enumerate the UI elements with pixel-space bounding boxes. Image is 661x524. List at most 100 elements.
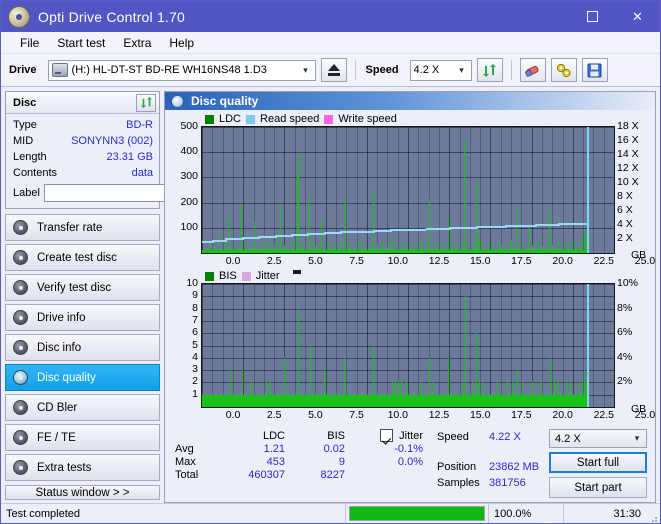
test-speed-select[interactable]: 4.2 X ▾ <box>549 429 647 449</box>
quality-chart-x-axis: 0.0 2.5 5.0 7.5 10.0 12.5 15.0 17.5 20.0 22.5 25.0 <box>201 254 656 269</box>
drive-label: Drive <box>9 64 37 76</box>
data-bar <box>412 245 414 253</box>
speed-line <box>389 229 407 232</box>
main-panel-title: Disc quality <box>191 94 259 108</box>
speed-select[interactable]: 4.2 X ▾ <box>409 59 472 81</box>
menu-item-help[interactable]: Help <box>160 34 203 52</box>
refresh-icon <box>140 96 152 109</box>
data-bar <box>358 394 360 407</box>
menu-item-extra[interactable]: Extra <box>114 34 160 52</box>
data-bar <box>207 248 209 253</box>
disc-refresh-button[interactable] <box>136 93 156 112</box>
data-bar <box>526 394 528 407</box>
data-bar <box>441 245 443 253</box>
end-of-data-line <box>586 284 589 407</box>
resize-grip[interactable] <box>646 504 660 523</box>
toolbar-divider <box>354 60 356 80</box>
gridline <box>418 127 420 253</box>
progress-percent: 100.0% <box>489 504 564 523</box>
stats-table: LDC BIS Jitter Avg 1.21 0.02 -0.1% Max 4… <box>173 429 431 482</box>
gridline <box>387 127 389 253</box>
gridline <box>469 127 471 253</box>
sidebar-item-label: Extra tests <box>37 461 92 474</box>
data-bar <box>379 246 381 253</box>
data-bar <box>307 394 309 407</box>
data-bar <box>220 247 222 253</box>
legend-label-jitter: Jitter <box>255 270 280 282</box>
speed-line <box>211 239 226 242</box>
start-full-button[interactable]: Start full <box>549 452 647 474</box>
quality-chart-plot[interactable] <box>201 126 615 254</box>
bis-chart-plot[interactable] <box>201 283 615 408</box>
disc-label-key: Label <box>13 187 40 199</box>
menu-item-start-test[interactable]: Start test <box>48 34 114 52</box>
data-bar <box>297 153 299 253</box>
jitter-checkbox[interactable] <box>380 429 394 442</box>
data-bar <box>552 245 554 253</box>
data-bar <box>521 382 523 407</box>
drive-select[interactable]: (H:) HL-DT-ST BD-RE WH16NS48 1.D3 ▾ <box>47 59 316 81</box>
y2-tick-label: 8% <box>617 301 633 314</box>
sidebar-item-fe-te[interactable]: FE / TE <box>5 424 160 451</box>
data-bar <box>405 382 407 407</box>
data-bar <box>284 357 286 407</box>
gridline <box>212 127 214 253</box>
toolbar-divider <box>510 60 512 80</box>
data-bar <box>570 382 572 407</box>
sidebar-item-cd-bler[interactable]: CD Bler <box>5 394 160 421</box>
data-bar <box>487 243 489 253</box>
data-bar <box>578 242 580 253</box>
data-bar <box>348 394 350 407</box>
disc-info-rows: Type BD-R MID SONYNN3 (002) Length 23.31… <box>6 114 246 208</box>
save-button[interactable] <box>581 58 608 82</box>
window-title: Opti Drive Control 1.70 <box>38 8 185 25</box>
y-tick-label: 10 <box>186 277 198 289</box>
data-bar <box>406 241 408 253</box>
progress-fill <box>350 507 484 520</box>
x-tick-label: 22.5 <box>593 255 615 267</box>
eject-button[interactable] <box>320 58 347 82</box>
sidebar-item-extra-tests[interactable]: Extra tests <box>5 454 160 481</box>
sidebar-item-disc-info[interactable]: Disc info <box>5 334 160 361</box>
data-bar <box>293 244 295 253</box>
gridline <box>222 127 224 253</box>
tools-button[interactable] <box>550 58 577 82</box>
data-bar <box>225 394 227 407</box>
sidebar-item-drive-info[interactable]: Drive info <box>5 304 160 331</box>
minimize-icon[interactable] <box>525 1 570 523</box>
speed-value: 4.22 X <box>489 431 521 443</box>
data-bar <box>260 245 262 253</box>
sidebar-item-create-test-disc[interactable]: Create test disc <box>5 244 160 271</box>
data-bar <box>333 394 335 407</box>
sidebar-item-transfer-rate[interactable]: Transfer rate <box>5 214 160 241</box>
data-bar <box>215 394 217 407</box>
data-bar <box>324 246 326 253</box>
cell-max-ldc: 453 <box>266 456 285 468</box>
refresh-button[interactable] <box>476 58 503 82</box>
y2-tick-label: 8 X <box>617 190 633 202</box>
app-icon <box>8 5 30 28</box>
gridline <box>377 127 379 253</box>
menu-item-file[interactable]: File <box>11 34 48 52</box>
status-window-button[interactable]: Status window > > <box>5 485 160 500</box>
sidebar-item-verify-test-disc[interactable]: Verify test disc <box>5 274 160 301</box>
data-bar <box>391 382 393 407</box>
close-icon[interactable]: ✕ <box>615 1 660 32</box>
data-bar <box>492 394 494 407</box>
data-bar <box>451 246 453 253</box>
data-bar <box>376 244 378 253</box>
cell-total-bis: 8227 <box>320 469 345 481</box>
quality-chart-y-axis: 100 200 300 400 500 <box>169 120 201 254</box>
speed-line <box>323 232 341 234</box>
start-part-button[interactable]: Start part <box>549 477 647 498</box>
data-bar <box>314 245 316 253</box>
disc-row-key: Type <box>13 119 37 131</box>
y2-tick-label: 18 X <box>617 120 639 132</box>
sidebar-item-disc-quality[interactable]: Disc quality <box>5 364 160 391</box>
maximize-icon[interactable] <box>570 1 615 32</box>
stats-area: LDC BIS Jitter Avg 1.21 0.02 -0.1% Max 4… <box>165 423 655 502</box>
quality-chart-x-row: 0.0 2.5 5.0 7.5 10.0 12.5 15.0 17.5 20.0 22.5 25.0… <box>169 249 656 269</box>
erase-button[interactable] <box>519 58 546 82</box>
data-bar <box>386 394 388 407</box>
